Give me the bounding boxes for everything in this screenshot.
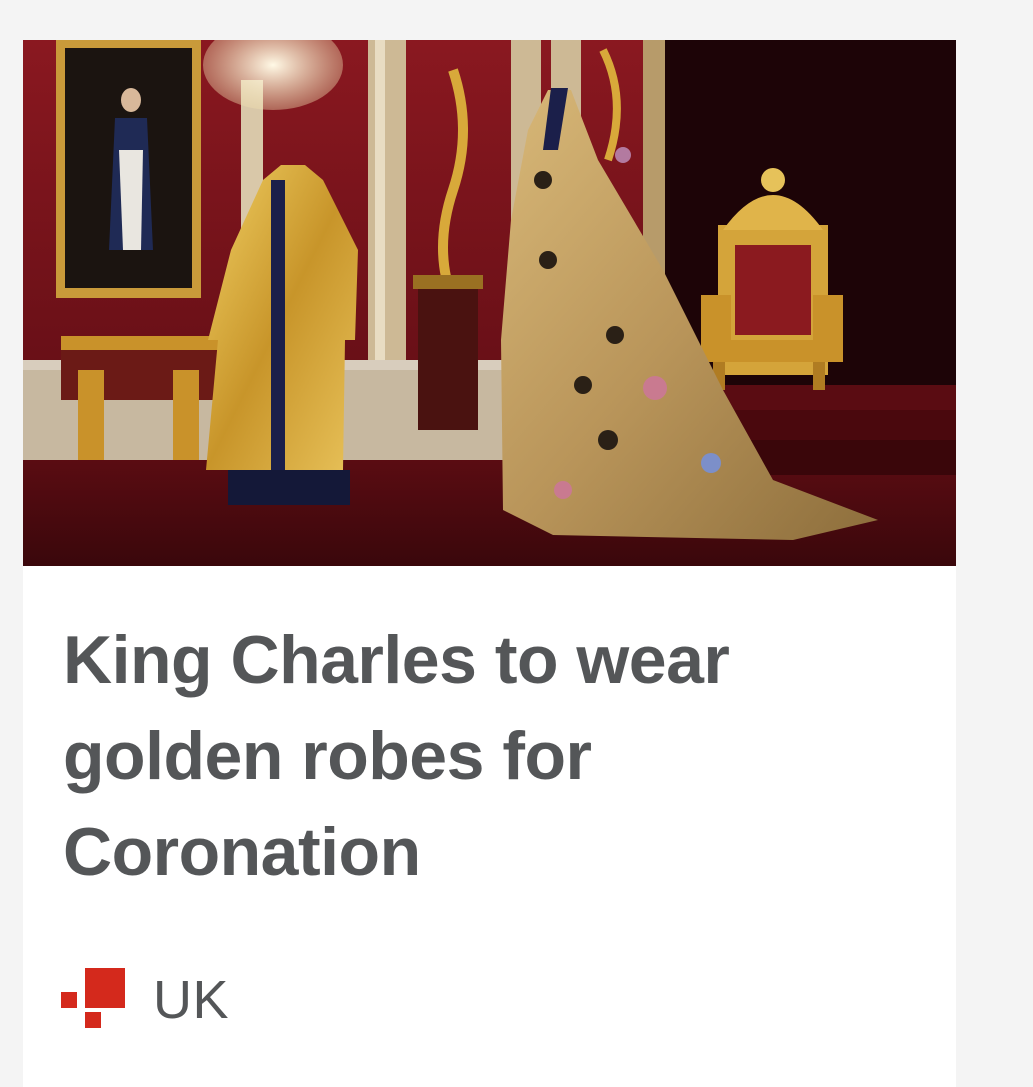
article-card[interactable]: King Charles to wear golden robes for Co…	[23, 40, 956, 1087]
bbc-news-section-squares-icon	[61, 968, 125, 1028]
article-headline[interactable]: King Charles to wear golden robes for Co…	[63, 612, 913, 900]
section-link[interactable]: UK	[61, 968, 229, 1032]
section-label: UK	[153, 970, 230, 1030]
right-gutter	[956, 0, 1033, 1087]
page: King Charles to wear golden robes for Co…	[0, 0, 1033, 1087]
article-hero-image[interactable]	[23, 40, 956, 566]
